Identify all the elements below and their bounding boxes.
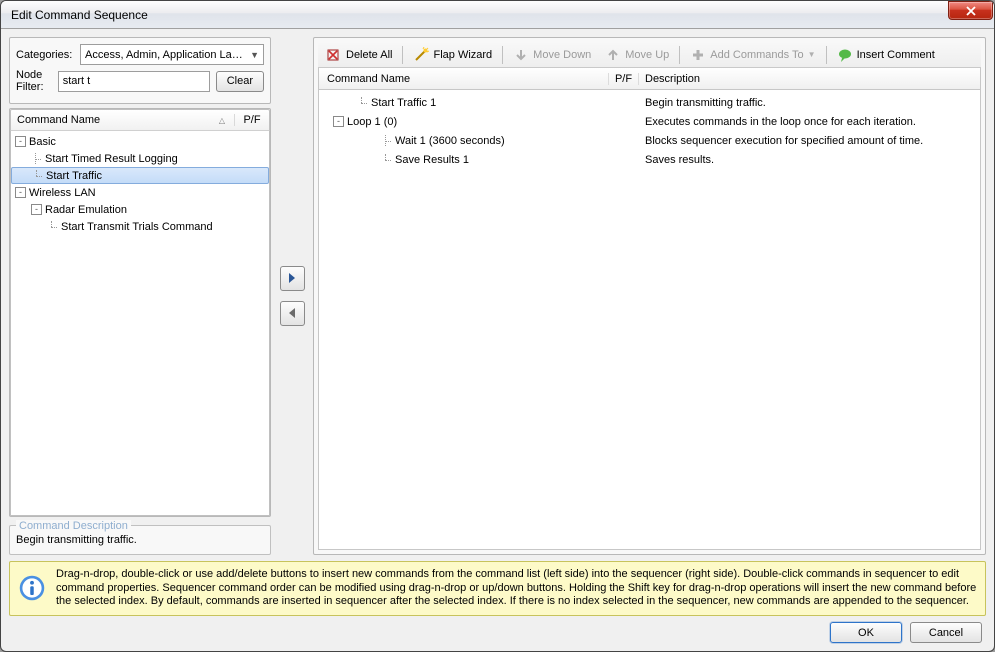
toolbar-sep	[679, 46, 680, 64]
wand-icon	[413, 47, 429, 63]
insert-comment-button[interactable]: Insert Comment	[831, 45, 941, 65]
tree-row[interactable]: -Radar Emulation	[11, 201, 269, 218]
tree-header-command[interactable]: Command Name	[17, 114, 100, 126]
sequence-row[interactable]: Wait 1 (3600 seconds) Blocks sequencer ex…	[319, 131, 980, 150]
tree-connector	[31, 153, 43, 164]
plus-icon	[690, 47, 706, 63]
tree-connector	[47, 221, 59, 232]
sequence-row-label: Wait 1 (3600 seconds)	[395, 135, 505, 147]
clear-button[interactable]: Clear	[216, 71, 264, 92]
tree-row-label: Wireless LAN	[29, 187, 96, 199]
right-panel: Delete All Flap Wizard	[313, 37, 986, 555]
move-down-button[interactable]: Move Down	[507, 45, 597, 65]
titlebar[interactable]: Edit Command Sequence	[1, 1, 994, 29]
expand-toggle[interactable]: -	[15, 136, 26, 147]
tree-row-label: Basic	[29, 136, 56, 148]
tree-connector	[357, 97, 369, 108]
tree-row[interactable]: Start Transmit Trials Command	[11, 218, 269, 235]
command-description-box: Command Description Begin transmitting t…	[9, 525, 271, 555]
command-tree-box: Command Name△ P/F -BasicStart Timed Resu…	[9, 108, 271, 517]
tree-headers[interactable]: Command Name △ P/F	[10, 109, 270, 131]
categories-combo[interactable]: Access, Admin, Application La… ▼	[80, 44, 264, 65]
categories-value: Access, Admin, Application La…	[85, 49, 243, 61]
sequence-row[interactable]: Save Results 1 Saves results.	[319, 150, 980, 169]
sequencer-headers[interactable]: Command Name P/F Description	[318, 68, 981, 90]
toolbar-sep	[826, 46, 827, 64]
footer-buttons: OK Cancel	[9, 622, 986, 643]
sequence-row[interactable]: Start Traffic 1 Begin transmitting traffi…	[319, 93, 980, 112]
toolbar-sep	[402, 46, 403, 64]
close-button[interactable]	[948, 1, 993, 20]
upper-area: Categories: Access, Admin, Application L…	[9, 37, 986, 555]
categories-row: Categories: Access, Admin, Application L…	[16, 44, 264, 65]
filter-input[interactable]	[58, 71, 210, 92]
flap-wizard-button[interactable]: Flap Wizard	[407, 45, 498, 65]
sequence-row-label: Loop 1 (0)	[347, 116, 397, 128]
sequence-row-desc: Begin transmitting traffic.	[639, 97, 980, 109]
delete-all-icon	[326, 47, 342, 63]
seq-header-desc[interactable]: Description	[639, 73, 980, 85]
tree-connector	[381, 135, 393, 146]
categories-label: Categories:	[16, 49, 74, 61]
sequencer-toolbar: Delete All Flap Wizard	[318, 42, 981, 68]
tree-row[interactable]: -Basic	[11, 133, 269, 150]
filter-row: Node Filter: Clear	[16, 69, 264, 93]
titlebar-title: Edit Command Sequence	[11, 8, 148, 22]
remove-left-button[interactable]	[280, 301, 305, 326]
sequence-row-desc: Executes commands in the loop once for e…	[639, 116, 980, 128]
move-up-button[interactable]: Move Up	[599, 45, 675, 65]
cancel-button[interactable]: Cancel	[910, 622, 982, 643]
seq-header-pf[interactable]: P/F	[609, 73, 639, 85]
add-commands-to-button[interactable]: Add Commands To ▼	[684, 45, 821, 65]
chevron-down-icon: ▼	[808, 50, 816, 59]
arrow-down-icon	[513, 47, 529, 63]
tree-row[interactable]: Start Timed Result Logging	[11, 150, 269, 167]
sort-asc-icon: △	[219, 116, 225, 125]
tree-connector	[381, 154, 393, 165]
left-panel: Categories: Access, Admin, Application L…	[9, 37, 271, 555]
info-icon	[18, 568, 46, 609]
tree-row-label: Radar Emulation	[45, 204, 127, 216]
content-area: Categories: Access, Admin, Application L…	[1, 29, 994, 651]
expand-toggle[interactable]: -	[15, 187, 26, 198]
command-description-body: Begin transmitting traffic.	[16, 534, 264, 546]
sequence-row-desc: Saves results.	[639, 154, 980, 166]
sequence-row[interactable]: -Loop 1 (0) Executes commands in the loop…	[319, 112, 980, 131]
sequence-row-label: Save Results 1	[395, 154, 469, 166]
close-icon	[965, 6, 977, 16]
tree-row-label: Start Transmit Trials Command	[61, 221, 213, 233]
expand-toggle[interactable]: -	[333, 116, 344, 127]
add-right-button[interactable]	[280, 266, 305, 291]
transfer-buttons	[277, 37, 307, 555]
delete-all-button[interactable]: Delete All	[320, 45, 398, 65]
triangle-right-icon	[287, 272, 297, 284]
sequence-row-label: Start Traffic 1	[371, 97, 436, 109]
tree-row-label: Start Timed Result Logging	[45, 153, 178, 165]
tree-connector	[32, 170, 44, 181]
left-filter-box: Categories: Access, Admin, Application L…	[9, 37, 271, 104]
command-description-head: Command Description	[16, 520, 131, 532]
arrow-up-icon	[605, 47, 621, 63]
info-bar: Drag-n-drop, double-click or use add/del…	[9, 561, 986, 616]
toolbar-sep	[502, 46, 503, 64]
tree-row[interactable]: -Wireless LAN	[11, 184, 269, 201]
tree-row[interactable]: Start Traffic	[11, 167, 269, 184]
sequencer-tree[interactable]: Start Traffic 1 Begin transmitting traffi…	[318, 90, 981, 550]
seq-header-command[interactable]: Command Name	[319, 73, 609, 85]
sequence-row-desc: Blocks sequencer execution for specified…	[639, 135, 980, 147]
comment-icon	[837, 47, 853, 63]
expand-toggle[interactable]: -	[31, 204, 42, 215]
edit-command-sequence-window: Edit Command Sequence Categories: Access…	[0, 0, 995, 652]
triangle-left-icon	[287, 307, 297, 319]
filter-label: Node Filter:	[16, 69, 52, 93]
ok-button[interactable]: OK	[830, 622, 902, 643]
chevron-down-icon: ▼	[250, 50, 259, 60]
tree-header-pf[interactable]: P/F	[235, 114, 269, 126]
info-text: Drag-n-drop, double-click or use add/del…	[56, 568, 977, 609]
sequencer-box: Delete All Flap Wizard	[313, 37, 986, 555]
command-tree[interactable]: -BasicStart Timed Result LoggingStart Tr…	[10, 131, 270, 516]
tree-row-label: Start Traffic	[46, 170, 102, 182]
